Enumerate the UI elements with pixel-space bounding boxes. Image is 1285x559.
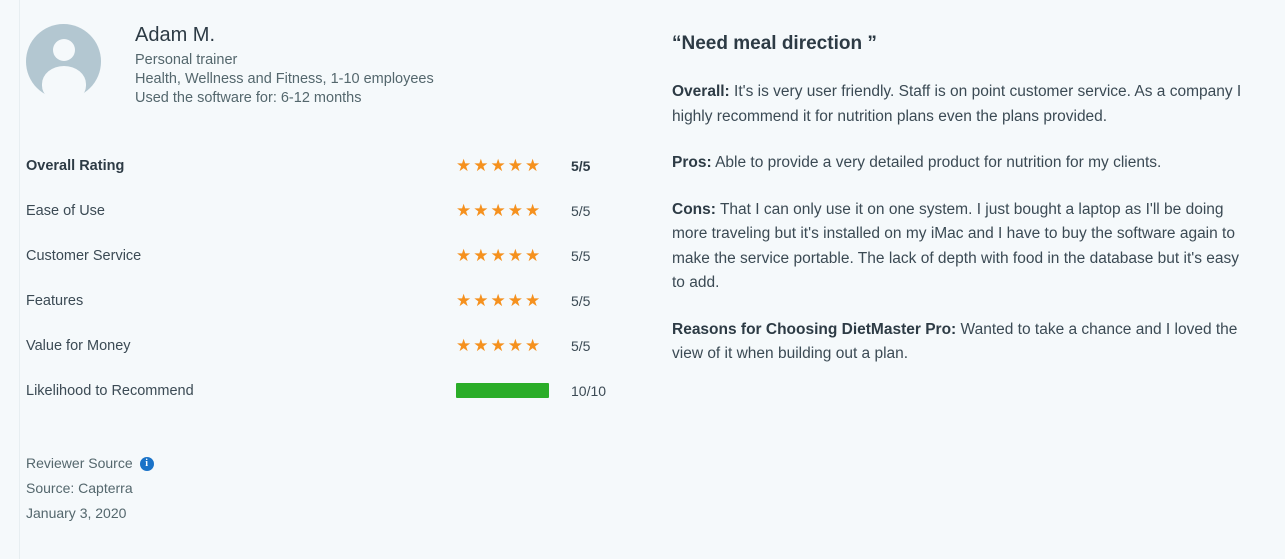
star-rating-icon: ★★★★★	[456, 246, 543, 265]
rating-row: Likelihood to Recommend 10/10	[26, 368, 626, 413]
reviewer-industry: Health, Wellness and Fitness, 1-10 emplo…	[135, 71, 434, 87]
rating-label: Likelihood to Recommend	[26, 382, 194, 399]
section-body: Able to provide a very detailed product …	[711, 154, 1162, 171]
rating-label: Ease of Use	[26, 202, 105, 219]
rating-label: Overall Rating	[26, 157, 125, 174]
rating-row: Features ★★★★★ 5/5	[26, 278, 626, 323]
recommend-bar-track	[456, 383, 559, 398]
reviewer-job-title: Personal trainer	[135, 52, 238, 68]
review-body-column: “Need meal direction ” Overall: It's is …	[672, 30, 1252, 367]
rating-score: 5/5	[571, 157, 591, 174]
reviewer-details: Adam M. Personal trainer Health, Wellnes…	[135, 22, 434, 108]
rating-score: 5/5	[571, 247, 591, 264]
section-heading: Cons:	[672, 200, 716, 218]
section-body: It's is very user friendly. Staff is on …	[672, 83, 1242, 125]
rating-label: Value for Money	[26, 337, 131, 354]
reviewer-header: Adam M. Personal trainer Health, Wellnes…	[26, 22, 626, 108]
user-avatar-icon	[26, 24, 101, 102]
review-source: Source: Capterra	[26, 480, 133, 496]
review-title: “Need meal direction ”	[672, 33, 877, 54]
section-heading: Overall:	[672, 83, 730, 100]
rating-label: Features	[26, 292, 84, 309]
review-meta-footer: Reviewer Source i Source: Capterra Janua…	[26, 451, 626, 526]
rating-score: 5/5	[571, 337, 591, 354]
review-summary-column: Adam M. Personal trainer Health, Wellnes…	[26, 22, 626, 526]
review-card: Adam M. Personal trainer Health, Wellnes…	[0, 0, 1285, 559]
review-section-overall: Overall: It's is very user friendly. Sta…	[672, 80, 1252, 129]
left-divider	[19, 0, 20, 559]
reviewer-usage-duration: Used the software for: 6-12 months	[135, 90, 362, 106]
reviewer-source-label: Reviewer Source	[26, 455, 133, 471]
section-heading: Reasons for Choosing DietMaster Pro:	[672, 320, 957, 338]
section-heading: Pros:	[672, 154, 712, 171]
avatar-head-shape	[52, 39, 75, 61]
review-section-cons: Cons: That I can only use it on one syst…	[672, 198, 1252, 296]
recommend-bar-fill	[456, 383, 549, 398]
review-section-pros: Pros: Able to provide a very detailed pr…	[672, 151, 1252, 176]
review-section-reasons-for-choosing: Reasons for Choosing DietMaster Pro: Wan…	[672, 318, 1252, 367]
star-rating-icon: ★★★★★	[456, 336, 543, 355]
avatar-body-shape	[41, 66, 86, 102]
rating-row: Overall Rating ★★★★★ 5/5	[26, 143, 626, 188]
rating-score: 10/10	[571, 382, 607, 399]
rating-row: Value for Money ★★★★★ 5/5	[26, 323, 626, 368]
star-rating-icon: ★★★★★	[456, 201, 543, 220]
rating-score: 5/5	[571, 292, 591, 309]
reviewer-source-row: Reviewer Source i	[26, 451, 626, 476]
reviewer-name: Adam M.	[135, 24, 216, 46]
rating-score: 5/5	[571, 202, 591, 219]
star-rating-icon: ★★★★★	[456, 291, 543, 310]
info-icon[interactable]: i	[139, 456, 154, 471]
rating-row: Ease of Use ★★★★★ 5/5	[26, 188, 626, 233]
star-rating-icon: ★★★★★	[456, 156, 543, 175]
rating-label: Customer Service	[26, 247, 142, 264]
ratings-list: Overall Rating ★★★★★ 5/5 Ease of Use ★★★…	[26, 143, 626, 413]
rating-row: Customer Service ★★★★★ 5/5	[26, 233, 626, 278]
review-date: January 3, 2020	[26, 505, 127, 521]
section-body: That I can only use it on one system. I …	[672, 200, 1240, 292]
